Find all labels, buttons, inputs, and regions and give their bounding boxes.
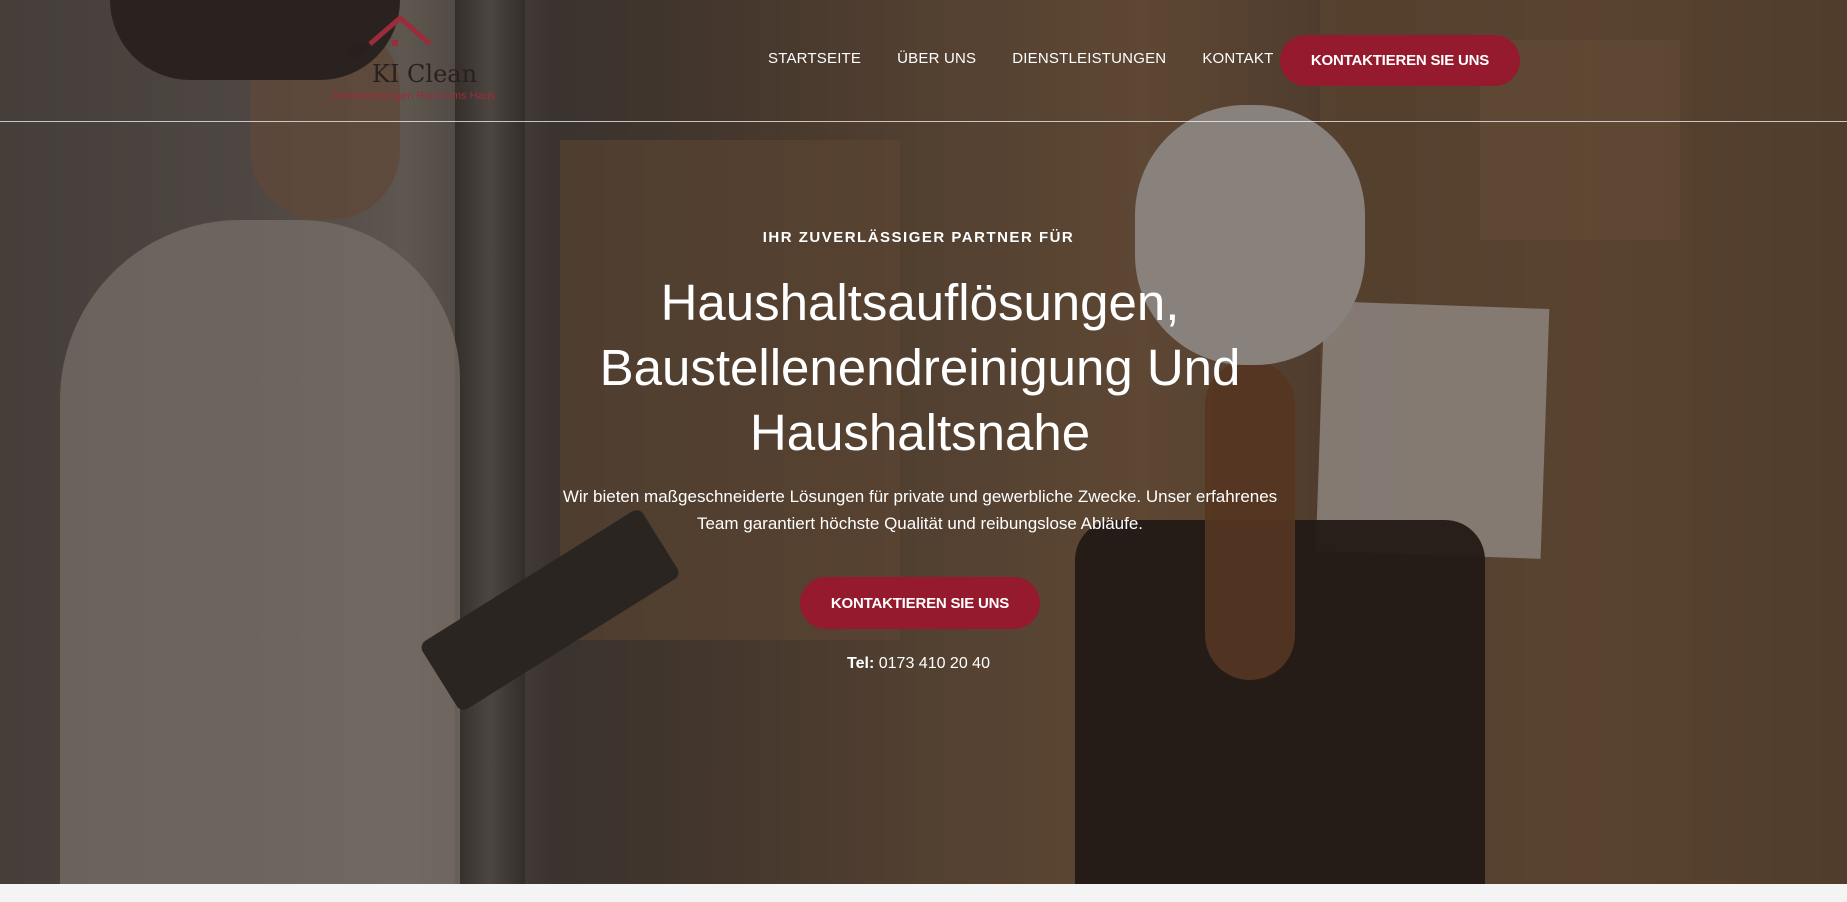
nav-item-startseite[interactable]: STARTSEITE: [768, 50, 861, 67]
nav-item-ueber-uns[interactable]: ÜBER UNS: [897, 50, 976, 67]
phone-number[interactable]: 0173 410 20 40: [879, 655, 990, 672]
hero-title-line: Haushaltsnahe: [749, 404, 1091, 461]
hero-title: Haushaltsauflösungen, Baustellenendreini…: [520, 270, 1320, 465]
house-roof-icon: [347, 14, 432, 58]
brand-logo[interactable]: KI Clean Dienstleistungen Rund ums Haus: [330, 14, 530, 104]
nav-item-dienstleistungen[interactable]: DIENSTLEISTUNGEN: [1012, 50, 1166, 67]
hero-title-line: Baustellenendreinigung Und: [599, 339, 1241, 396]
phone-label: Tel:: [847, 655, 875, 672]
hero-title-line: Haushaltsauflösungen,: [660, 274, 1180, 331]
hero-eyebrow: IHR ZUVERLÄSSIGER PARTNER FÜR: [762, 229, 1075, 246]
brand-tagline: Dienstleistungen Rund ums Haus: [332, 90, 496, 102]
hero-description: Wir bieten maßgeschneiderte Lösungen für…: [530, 483, 1310, 537]
brand-name: KI Clean: [372, 60, 478, 88]
nav-item-kontakt[interactable]: KONTAKT: [1202, 50, 1273, 67]
main-navigation: STARTSEITE ÜBER UNS DIENSTLEISTUNGEN KON…: [768, 50, 1309, 67]
phone-info: Tel: 0173 410 20 40: [0, 655, 1837, 673]
site-header: KI Clean Dienstleistungen Rund ums Haus …: [0, 0, 1847, 122]
hero-description-line: Team garantiert höchste Qualität und rei…: [696, 514, 1144, 533]
hero-description-line: Wir bieten maßgeschneiderte Lösungen für…: [562, 487, 1278, 506]
header-contact-button[interactable]: KONTAKTIEREN SIE UNS: [1280, 35, 1520, 86]
hero-contact-button[interactable]: KONTAKTIEREN SIE UNS: [800, 577, 1040, 629]
